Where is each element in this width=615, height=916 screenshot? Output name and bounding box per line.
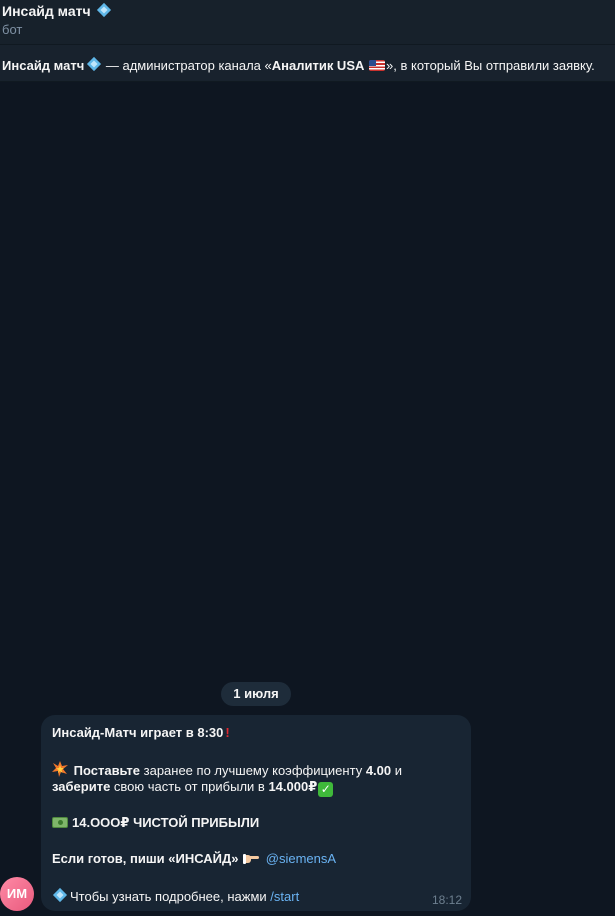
chat-header[interactable]: Инсайд матч бот (0, 0, 615, 44)
chat-title-text: Инсайд матч (2, 3, 91, 19)
message-line-6: Чтобы узнать подробнее, нажми /start (52, 887, 299, 906)
message-line-6-text: Чтобы узнать подробнее, нажми (70, 889, 271, 904)
diamond-icon (96, 2, 112, 21)
message-line-2-text: заранее по лучшему коэффициенту (140, 763, 366, 778)
message-line-4-text: 14.OOO₽ ЧИСТОЙ ПРИБЫЛИ (72, 815, 260, 830)
notice-text-after: », в который Вы отправили заявку. (386, 58, 595, 73)
chat-title[interactable]: Инсайд матч (2, 2, 112, 21)
notice-channel: Аналитик USA (271, 58, 365, 73)
message-line-1: Инсайд-Матч играет в 8:30! (52, 725, 230, 740)
message-time: 18:12 (431, 893, 462, 907)
notice-text-before: — администратор канала « (102, 58, 272, 73)
message-line-1-text: Инсайд-Матч играет в 8:30 (52, 725, 224, 740)
check-mark-icon: ✓ (318, 782, 334, 797)
avatar[interactable]: ИМ (0, 877, 34, 911)
message-line-3-bold1: заберите (52, 779, 111, 794)
notice-text: Инсайд матч — администратор канала «Анал… (2, 56, 595, 75)
message-line-2-end: и (391, 763, 402, 778)
exclamation-icon: ! (225, 725, 230, 740)
start-command-link[interactable]: /start (270, 889, 299, 904)
mention-link[interactable]: @siemensA (266, 851, 336, 866)
message-line-5-bold: Если готов, пиши «ИНСАЙД» (52, 851, 239, 866)
message-line-3: заберите свою часть от прибыли в 14.000₽… (52, 779, 334, 797)
message-line-3-text: свою часть от прибыли в (110, 779, 269, 794)
us-flag-icon (369, 60, 386, 71)
message-line-2: Поставьте заранее по лучшему коэффициент… (52, 761, 402, 780)
message-line-5: Если готов, пиши «ИНСАЙД» @siemensA (52, 851, 336, 868)
date-separator: 1 июля (221, 682, 291, 706)
banknote-icon (52, 817, 68, 828)
message-line-4: 14.OOO₽ ЧИСТОЙ ПРИБЫЛИ (52, 815, 259, 831)
message-line-2-bold2: 4.00 (365, 763, 392, 778)
chat-subtitle: бот (2, 22, 23, 37)
pointing-hand-icon (242, 851, 260, 868)
join-request-notice: Инсайд матч — администратор канала «Анал… (0, 44, 615, 82)
diamond-icon (86, 56, 102, 75)
message-line-3-bold2: 14.000₽ (268, 779, 318, 794)
diamond-icon (52, 887, 68, 906)
message-line-2-bold1: Поставьте (73, 763, 141, 778)
notice-sender: Инсайд матч (2, 58, 85, 73)
collision-icon (52, 761, 68, 780)
message-bubble[interactable]: Инсайд-Матч играет в 8:30! Поставьте зар… (41, 715, 471, 911)
